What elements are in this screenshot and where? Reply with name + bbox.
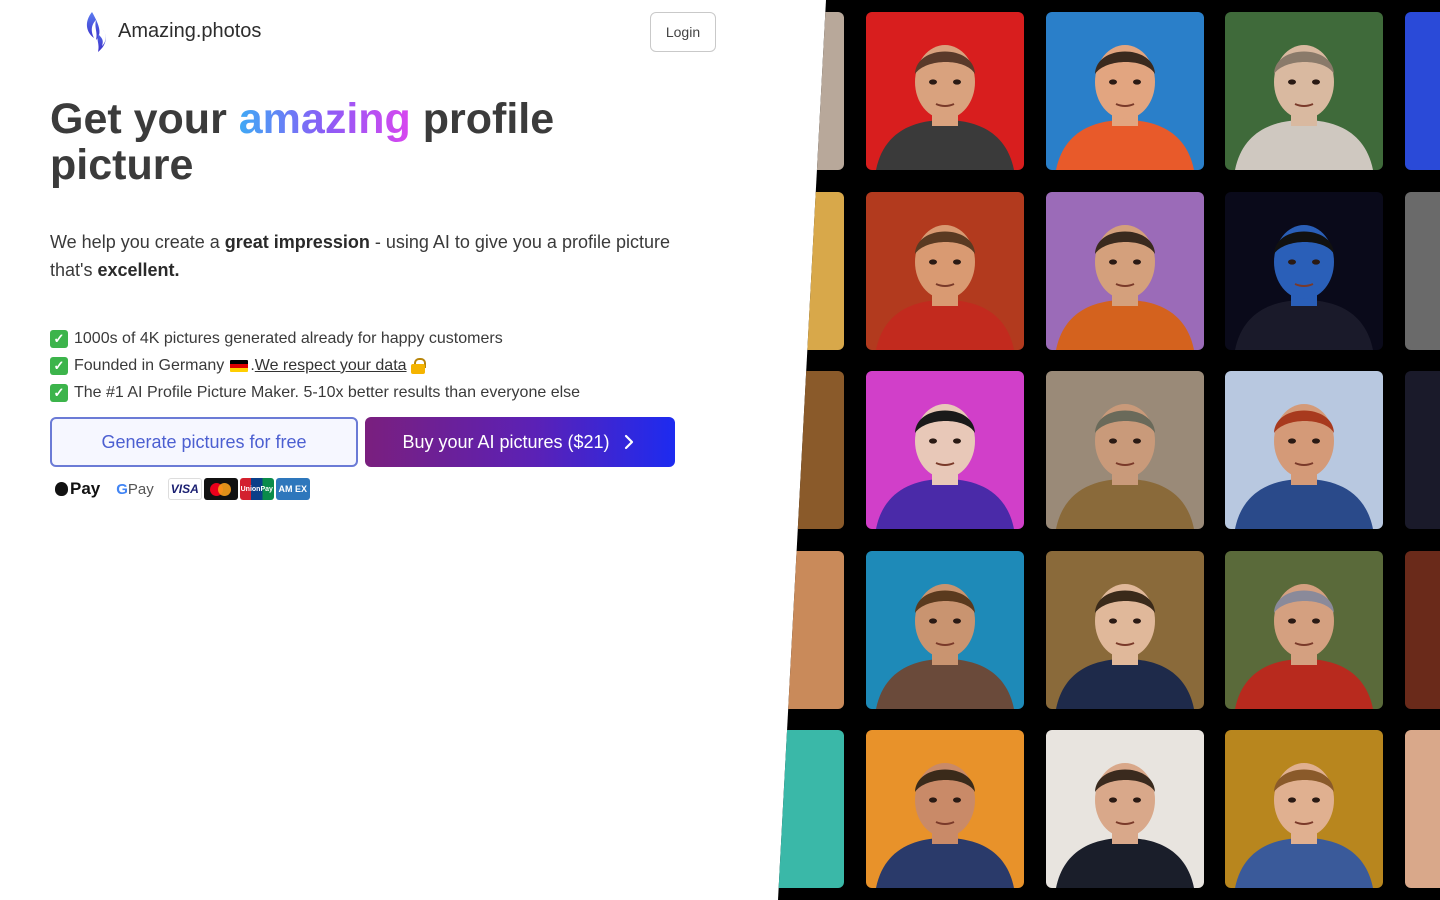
portrait-tile [1225,730,1383,888]
portrait-tile [1225,12,1383,170]
apple-pay-logo: Pay [55,479,100,499]
subtitle-text: We help you create a [50,232,225,252]
portrait-tile [1046,192,1204,350]
portrait-tile-partial [778,730,844,888]
login-button[interactable]: Login [650,12,716,52]
flame-logo-icon[interactable] [82,10,112,54]
portrait-tile-partial [1405,192,1440,350]
portrait-tile [1046,551,1204,709]
portrait-tile [866,192,1024,350]
portrait-tile [1046,12,1204,170]
portrait-tile [866,730,1024,888]
portrait-tile [1046,371,1204,529]
page-title: Get your amazing profile picture [50,96,690,188]
subtitle-bold: excellent. [97,260,180,280]
portrait-tile-partial [1405,730,1440,888]
feature-text: The #1 AI Profile Picture Maker. 5-10x b… [74,383,581,401]
portrait-tile-partial [1405,551,1440,709]
buy-pictures-button[interactable]: Buy your AI pictures ($21) [365,417,675,467]
visa-card-icon: VISA [167,478,202,500]
feature-item: ✓ 1000s of 4K pictures generated already… [50,325,580,352]
check-icon: ✓ [50,329,68,348]
apple-icon [55,482,68,496]
portrait-tile-partial [1405,12,1440,170]
portrait-gallery [778,0,1440,900]
google-g-icon: G [116,480,128,498]
feature-item: ✓ Founded in Germany . We respect your d… [50,352,580,379]
portrait-tile [1225,192,1383,350]
feature-item: ✓ The #1 AI Profile Picture Maker. 5-10x… [50,379,580,406]
portrait-tile [866,12,1024,170]
german-flag-icon [230,359,249,372]
portrait-tile-partial [778,12,844,170]
check-icon: ✓ [50,356,68,375]
feature-text: 1000s of 4K pictures generated already f… [74,329,503,347]
chevron-right-icon [624,434,633,450]
portrait-tile-partial [778,371,844,529]
generate-free-button[interactable]: Generate pictures for free [50,417,358,467]
portrait-tile [1225,551,1383,709]
portrait-tile-partial [1405,371,1440,529]
title-accent: amazing [238,95,411,143]
apple-pay-text: Pay [70,479,101,498]
google-pay-text: Pay [127,480,154,498]
portrait-tile-partial [778,192,844,350]
feature-text: Founded in Germany [74,356,225,374]
feature-list: ✓ 1000s of 4K pictures generated already… [50,325,580,406]
portrait-tile-partial [778,551,844,709]
mastercard-icon [203,478,238,500]
privacy-link[interactable]: We respect your data [255,357,407,375]
title-prefix: Get your [50,95,239,143]
brand-name[interactable]: Amazing.photos [118,20,261,43]
lock-icon [410,357,426,374]
amex-card-icon: AM EX [275,478,310,500]
unionpay-card-icon: UnionPay [239,478,274,500]
check-icon: ✓ [50,383,68,402]
hero-subtitle: We help you create a great impression - … [50,228,690,284]
buy-button-label: Buy your AI pictures ($21) [402,431,610,452]
subtitle-bold: great impression [224,232,370,252]
portrait-tile [866,371,1024,529]
google-pay-logo: G Pay [116,481,154,498]
portrait-tile [1225,371,1383,529]
portrait-tile [1046,730,1204,888]
portrait-tile [866,551,1024,709]
payment-methods: Pay G Pay VISA UnionPay AM EX [55,478,312,500]
